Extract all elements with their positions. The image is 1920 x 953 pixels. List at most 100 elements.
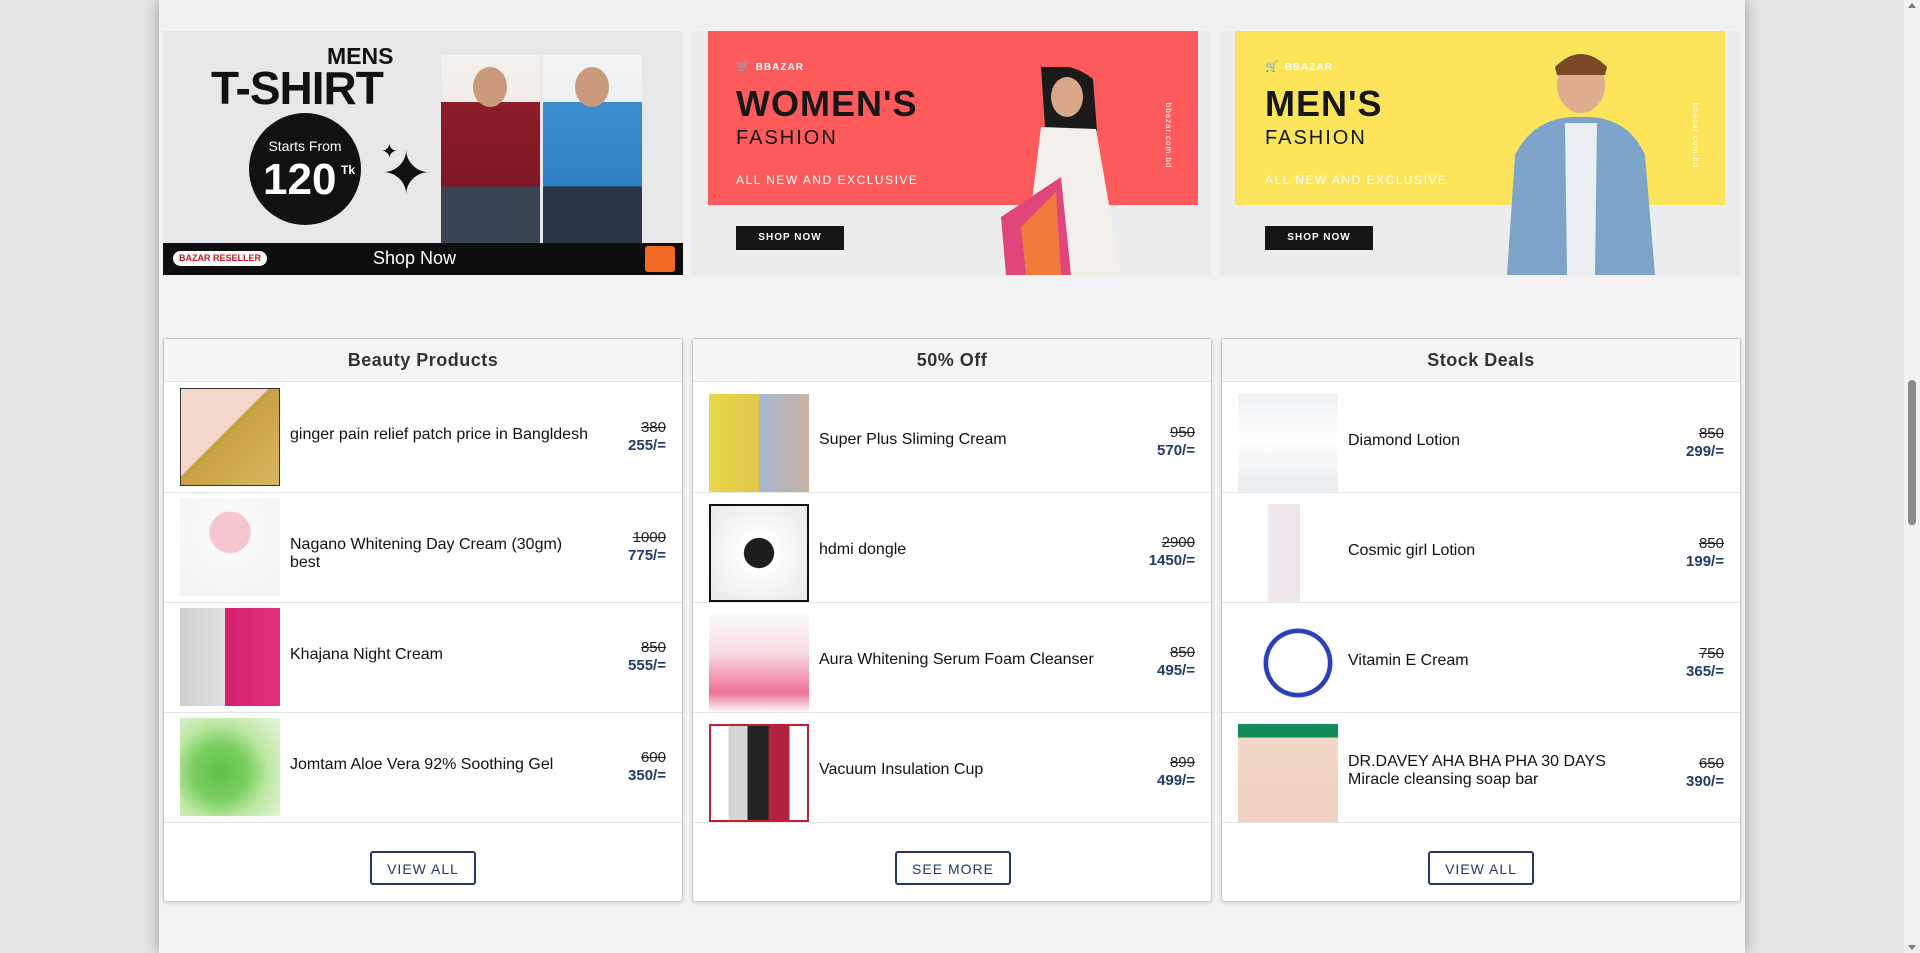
product-name[interactable]: Jomtam Aloe Vera 92% Soothing Gel — [290, 756, 590, 774]
product-name[interactable]: Diamond Lotion — [1348, 432, 1648, 450]
product-image-cream-jar[interactable] — [180, 498, 280, 596]
old-price: 650 — [1698, 755, 1724, 772]
new-price: 199/= — [1686, 553, 1724, 570]
view-all-button[interactable]: VIEW ALL — [370, 851, 476, 885]
price-badge: Starts From 120 Tk — [249, 113, 361, 225]
old-price: 750 — [1698, 645, 1724, 662]
scrollbar-thumb[interactable] — [1908, 380, 1916, 525]
shop-now-button[interactable]: SHOP NOW — [1265, 226, 1373, 250]
sparkle-small-icon: ✦ — [381, 141, 398, 163]
old-price: 2900 — [1161, 534, 1195, 551]
model-photo-blue-shirt — [543, 55, 642, 243]
brand-logo-icon — [645, 246, 675, 272]
old-price: 850 — [1698, 425, 1724, 442]
product-name[interactable]: DR.DAVEY AHA BHA PHA 30 DAYS Miracle cle… — [1348, 753, 1648, 789]
old-price: 950 — [1169, 424, 1195, 441]
product-row[interactable]: Vacuum Insulation Cup 899 499/= — [693, 712, 1211, 823]
top-strip — [159, 0, 1745, 28]
product-image-ginger-patch[interactable] — [180, 388, 280, 486]
product-image-lotion-bottle[interactable] — [1238, 394, 1338, 492]
product-row[interactable]: Khajana Night Cream 850 555/= — [164, 602, 682, 713]
scroll-down-icon[interactable] — [1908, 945, 1916, 950]
product-row[interactable]: Jomtam Aloe Vera 92% Soothing Gel 600 35… — [164, 712, 682, 823]
product-name[interactable]: Super Plus Sliming Cream — [819, 431, 1119, 449]
scroll-up-icon[interactable] — [1908, 3, 1916, 8]
product-row[interactable]: Aura Whitening Serum Foam Cleanser 850 4… — [693, 602, 1211, 713]
product-image-cosmic-lotion[interactable] — [1238, 504, 1338, 602]
model-photo-red-tshirt — [441, 55, 540, 243]
new-price: 570/= — [1157, 442, 1195, 459]
new-price: 499/= — [1157, 772, 1195, 789]
product-row[interactable]: hdmi dongle 2900 1450/= — [693, 492, 1211, 603]
product-name[interactable]: ginger pain relief patch price in Bangld… — [290, 426, 590, 444]
beauty-products-card: Beauty Products ginger pain relief patch… — [163, 338, 683, 902]
starts-from-label: Starts From — [268, 138, 342, 154]
vertical-brand-text: bbazar.com.bd — [1691, 102, 1701, 169]
banner-title: WOMEN'S — [736, 83, 918, 124]
product-row[interactable]: Super Plus Sliming Cream 950 570/= — [693, 382, 1211, 493]
old-price: 850 — [1698, 535, 1724, 552]
old-price: 850 — [640, 639, 666, 656]
new-price: 390/= — [1686, 773, 1724, 790]
banner-subtitle: FASHION — [736, 127, 838, 149]
new-price: 1450/= — [1148, 552, 1195, 569]
stock-deals-card: Stock Deals Diamond Lotion 850 299/= Cos… — [1221, 338, 1741, 902]
tshirt-banner[interactable]: MENS T-SHIRT Starts From 120 Tk ✦ ✦ BAZA… — [163, 31, 683, 275]
shop-now-button[interactable]: SHOP NOW — [736, 226, 844, 250]
product-name[interactable]: Khajana Night Cream — [290, 646, 590, 664]
banner-tagline: ALL NEW AND EXCLUSIVE — [1265, 173, 1448, 187]
product-image-soap-bar[interactable] — [1238, 724, 1338, 822]
product-image-foam-cleanser[interactable] — [709, 614, 809, 712]
woman-model-image — [1001, 67, 1121, 275]
mens-fashion-banner[interactable]: BBAZAR MEN'S FASHION ALL NEW AND EXCLUSI… — [1220, 31, 1740, 275]
new-price: 350/= — [628, 767, 666, 784]
vertical-brand-text: bbazar.com.bd — [1164, 102, 1174, 169]
vertical-scrollbar[interactable] — [1904, 0, 1920, 953]
old-price: 600 — [640, 749, 666, 766]
product-row[interactable]: ginger pain relief patch price in Bangld… — [164, 382, 682, 493]
see-more-button[interactable]: SEE MORE — [895, 851, 1011, 885]
card-title: Stock Deals — [1222, 339, 1740, 382]
product-image-vitamin-e-jar[interactable] — [1238, 614, 1338, 712]
banner-tagline: ALL NEW AND EXCLUSIVE — [736, 173, 919, 187]
currency-label: Tk — [341, 163, 356, 177]
womens-fashion-banner[interactable]: BBAZAR WOMEN'S FASHION ALL NEW AND EXCLU… — [691, 31, 1211, 275]
product-name[interactable]: Vacuum Insulation Cup — [819, 761, 1119, 779]
banner-title: T-SHIRT — [211, 62, 384, 114]
product-image-aloe-gel[interactable] — [180, 718, 280, 816]
banner-title: MEN'S — [1265, 83, 1383, 124]
product-image-insulation-cup[interactable] — [709, 724, 809, 822]
new-price: 255/= — [628, 437, 666, 454]
view-all-button[interactable]: VIEW ALL — [1428, 851, 1534, 885]
banner-brand: BBAZAR — [1265, 60, 1333, 73]
product-row[interactable]: Diamond Lotion 850 299/= — [1222, 382, 1740, 493]
banner-subtitle: FASHION — [1265, 127, 1367, 149]
product-row[interactable]: Nagano Whitening Day Cream (30gm) best 1… — [164, 492, 682, 603]
new-price: 299/= — [1686, 443, 1724, 460]
product-image-night-cream-box[interactable] — [180, 608, 280, 706]
card-title: Beauty Products — [164, 339, 682, 382]
product-row[interactable]: Cosmic girl Lotion 850 199/= — [1222, 492, 1740, 603]
old-price: 899 — [1169, 754, 1195, 771]
old-price: 380 — [640, 419, 666, 436]
reseller-logo: BAZAR RESELLER — [173, 251, 268, 266]
shop-now-link[interactable]: Shop Now — [373, 248, 456, 269]
banner-brand: BBAZAR — [736, 60, 804, 73]
product-name[interactable]: hdmi dongle — [819, 541, 1119, 559]
old-price: 1000 — [632, 529, 666, 546]
new-price: 555/= — [628, 657, 666, 674]
man-model-image — [1507, 54, 1655, 275]
product-image-hdmi-dongle[interactable] — [709, 504, 809, 602]
card-title: 50% Off — [693, 339, 1211, 382]
product-name[interactable]: Nagano Whitening Day Cream (30gm) best — [290, 536, 590, 572]
product-image-sliming-cream[interactable] — [709, 394, 809, 492]
price-amount: 120 — [263, 155, 337, 204]
new-price: 495/= — [1157, 662, 1195, 679]
shop-now-strip[interactable]: BAZAR RESELLER Shop Now — [163, 243, 683, 275]
product-name[interactable]: Vitamin E Cream — [1348, 652, 1648, 670]
new-price: 365/= — [1686, 663, 1724, 680]
product-row[interactable]: DR.DAVEY AHA BHA PHA 30 DAYS Miracle cle… — [1222, 712, 1740, 823]
product-row[interactable]: Vitamin E Cream 750 365/= — [1222, 602, 1740, 713]
product-name[interactable]: Aura Whitening Serum Foam Cleanser — [819, 651, 1119, 669]
product-name[interactable]: Cosmic girl Lotion — [1348, 542, 1648, 560]
